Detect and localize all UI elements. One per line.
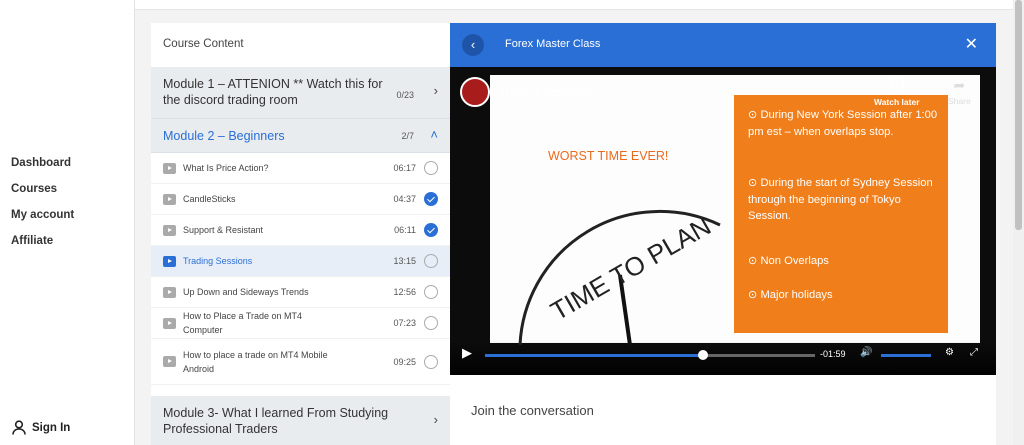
player-title: Forex Master Class <box>505 38 601 50</box>
fullscreen-icon[interactable]: ⤢ <box>970 347 978 358</box>
lesson-duration: 12:56 <box>393 287 416 297</box>
check-circle-icon[interactable] <box>424 223 438 237</box>
top-bar <box>135 0 1013 10</box>
watch-later-button[interactable]: Watch later <box>874 77 920 107</box>
settings-icon[interactable]: ⚙ <box>945 347 954 358</box>
nav-my-account[interactable]: My account <box>11 208 74 234</box>
empty-circle-icon[interactable] <box>424 354 438 369</box>
slide-bullet: ⊙ Non Overlaps <box>748 255 829 267</box>
module-2-count: 2/7 <box>401 131 414 141</box>
progress-fill <box>485 354 703 357</box>
lesson-item[interactable]: Trading Sessions 13:15 <box>151 246 450 277</box>
sign-in-label: Sign In <box>32 421 71 434</box>
play-video-icon <box>163 193 176 205</box>
video-title[interactable]: Trading sessions <box>498 85 592 99</box>
play-video-icon <box>163 255 176 267</box>
play-icon[interactable]: ▶ <box>462 345 472 361</box>
lesson-title: How to place a trade on MT4 Mobile Andro… <box>183 349 328 374</box>
module-1-count: 0/23 <box>396 90 414 100</box>
lesson-title: Support & Resistant <box>183 225 264 235</box>
module-3-header[interactable]: Module 3- What I learned From Studying P… <box>151 396 450 445</box>
chevron-right-icon: › <box>433 412 438 427</box>
time-remaining: -01:59 <box>820 349 846 359</box>
module-3-title: Module 3- What I learned From Studying P… <box>163 406 389 436</box>
lesson-item[interactable]: CandleSticks 04:37 <box>151 184 450 215</box>
progress-handle[interactable] <box>697 350 708 360</box>
video-player-panel: ‹ Forex Master Class ✕ WORST TIME EVER! … <box>450 23 996 445</box>
join-conversation-heading: Join the conversation <box>471 403 594 418</box>
back-button[interactable]: ‹ <box>462 34 484 56</box>
play-video-icon <box>163 286 176 298</box>
lesson-duration: 13:15 <box>393 256 416 266</box>
share-label: Share <box>948 96 971 106</box>
nav-courses[interactable]: Courses <box>11 182 74 208</box>
empty-circle-icon[interactable] <box>424 285 438 299</box>
lesson-item[interactable]: How to Place a Trade on MT4 Computer 07:2… <box>151 308 450 339</box>
lesson-item[interactable]: Up Down and Sideways Trends 12:56 <box>151 277 450 308</box>
share-icon: ➦ <box>953 77 966 93</box>
check-circle-icon[interactable] <box>424 192 438 206</box>
lesson-duration: 04:37 <box>393 194 416 204</box>
slide-bullet: ⊙ Major holidays <box>748 289 833 301</box>
module-1-title: Module 1 – ATTENION ** Watch this for th… <box>163 77 383 107</box>
video-slide: WORST TIME EVER! TIME TO PLAN ⊙ During N… <box>490 75 980 345</box>
lesson-item[interactable]: Support & Resistant 06:11 <box>151 215 450 246</box>
empty-circle-icon[interactable] <box>424 254 438 268</box>
chevron-right-icon: › <box>433 83 438 98</box>
volume-slider[interactable] <box>881 354 931 357</box>
lesson-title: CandleSticks <box>183 194 236 204</box>
page-scrollbar[interactable] <box>1013 0 1024 445</box>
close-icon[interactable]: ✕ <box>965 34 978 54</box>
lesson-duration: 09:25 <box>393 356 416 367</box>
video-header: Trading sessions <box>460 77 592 107</box>
lesson-item[interactable]: How to place a trade on MT4 Mobile Andro… <box>151 339 450 385</box>
lesson-duration: 06:11 <box>394 225 416 235</box>
sign-in-button[interactable]: Sign In <box>12 420 70 435</box>
lesson-item[interactable]: What Is Price Action? 06:17 <box>151 153 450 184</box>
nav-dashboard[interactable]: Dashboard <box>11 156 74 182</box>
clock-text: TIME TO PLAN <box>545 211 716 327</box>
lesson-title: What Is Price Action? <box>183 163 269 173</box>
slide-bullet: ⊙ During the start of Sydney Session thr… <box>748 177 933 222</box>
chevron-up-icon: ˄ <box>430 127 438 142</box>
play-video-icon <box>163 317 176 329</box>
lesson-title: Trading Sessions <box>183 256 253 266</box>
play-video-icon <box>163 356 176 367</box>
play-video-icon <box>163 224 176 236</box>
play-video-icon <box>163 162 176 174</box>
watch-later-label: Watch later <box>874 97 920 107</box>
nav-affiliate[interactable]: Affiliate <box>11 234 74 260</box>
lesson-title: How to Place a Trade on MT4 Computer <box>183 311 303 335</box>
clock-icon <box>889 77 904 91</box>
course-content-title: Course Content <box>163 38 244 50</box>
lesson-title: Up Down and Sideways Trends <box>183 287 309 297</box>
lesson-list: What Is Price Action? 06:17 CandleSticks 04… <box>151 153 450 385</box>
volume-icon[interactable]: 🔊 <box>860 347 872 358</box>
slide-bullet-box: ⊙ During New York Session after 1:00 pm … <box>734 95 948 333</box>
course-content-panel: Course Content Module 1 – ATTENION ** Wa… <box>151 23 450 445</box>
sidebar-nav: Dashboard Courses My account Affiliate <box>11 156 74 260</box>
video-frame[interactable]: WORST TIME EVER! TIME TO PLAN ⊙ During N… <box>450 67 996 375</box>
lesson-duration: 07:23 <box>393 318 416 328</box>
sidebar: Dashboard Courses My account Affiliate S… <box>0 0 135 445</box>
module-2-title: Module 2 – Beginners <box>163 129 285 143</box>
share-button[interactable]: ➦ Share <box>948 77 971 106</box>
slide-worst-text: WORST TIME EVER! <box>548 149 669 163</box>
empty-circle-icon[interactable] <box>424 316 438 330</box>
video-controls: ▶ -01:59 🔊 ⚙ ⤢ <box>450 341 996 375</box>
channel-logo[interactable] <box>460 77 490 107</box>
player-header: ‹ Forex Master Class ✕ <box>450 23 996 67</box>
progress-bar[interactable] <box>485 350 815 360</box>
chevron-left-icon: ‹ <box>470 37 476 52</box>
slide-bullet: ⊙ During New York Session after 1:00 pm … <box>748 109 938 138</box>
user-icon <box>12 420 26 435</box>
lesson-duration: 06:17 <box>393 163 416 173</box>
scrollbar-thumb[interactable] <box>1015 0 1022 230</box>
empty-circle-icon[interactable] <box>424 161 438 175</box>
clock-illustration: TIME TO PLAN <box>518 209 721 345</box>
module-1-header[interactable]: Module 1 – ATTENION ** Watch this for th… <box>151 67 450 119</box>
module-2-header[interactable]: Module 2 – Beginners 2/7 ˄ <box>151 119 450 153</box>
